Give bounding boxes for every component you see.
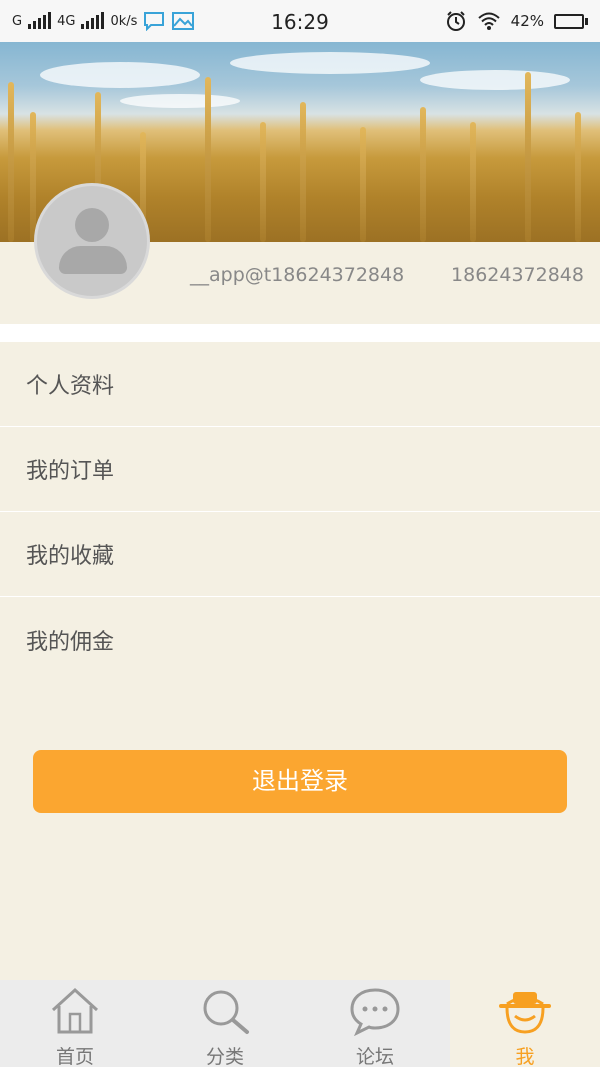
username: __app@t18624372848: [190, 264, 405, 286]
bottom-tab-bar: 首页 分类 论坛 我: [0, 980, 600, 1067]
status-right: 42%: [445, 0, 588, 42]
profile-menu: 个人资料 我的订单 我的收藏 我的佣金: [0, 342, 600, 682]
home-icon: [51, 987, 99, 1034]
menu-item-my-favorites[interactable]: 我的收藏: [0, 512, 600, 597]
tab-label: 首页: [55, 1046, 94, 1067]
avatar-body-icon: [59, 246, 127, 274]
phone-number: 18624372848: [451, 264, 584, 286]
search-icon: [203, 990, 249, 1034]
tab-forum[interactable]: 论坛: [300, 980, 450, 1067]
status-bar: G 4G 0k/s 16:29 42%: [0, 0, 600, 42]
section-divider: [0, 324, 600, 342]
menu-item-label: 我的订单: [26, 459, 115, 484]
alarm-icon: [446, 11, 465, 31]
tab-label: 论坛: [355, 1046, 394, 1067]
network-type-label: 4G: [57, 13, 76, 29]
menu-item-label: 我的收藏: [26, 544, 115, 569]
chat-icon: [350, 988, 400, 1036]
logout-button[interactable]: 退出登录: [33, 750, 567, 813]
tab-me[interactable]: 我: [450, 980, 600, 1067]
carrier-label: G: [12, 13, 23, 29]
network-speed: 0k/s: [110, 13, 138, 29]
image-notification-icon: [172, 12, 195, 30]
avatar[interactable]: [34, 183, 150, 299]
menu-item-label: 我的佣金: [26, 629, 115, 655]
tab-label: 我: [515, 1046, 535, 1067]
status-left: G 4G 0k/s: [12, 0, 195, 42]
tab-category[interactable]: 分类: [150, 980, 300, 1067]
wifi-icon: [477, 12, 500, 30]
farmer-hat-icon: [499, 992, 551, 1034]
battery-percent: 42%: [510, 12, 544, 30]
battery-icon: [554, 13, 588, 29]
signal-icon-2: [81, 12, 105, 29]
menu-item-my-orders[interactable]: 我的订单: [0, 427, 600, 512]
avatar-head-icon: [75, 208, 109, 242]
menu-item-my-commission[interactable]: 我的佣金: [0, 597, 600, 682]
message-notification-icon: [144, 12, 165, 31]
menu-item-label: 个人资料: [26, 374, 115, 399]
menu-item-personal-info[interactable]: 个人资料: [0, 342, 600, 427]
signal-icon: [28, 12, 52, 29]
tab-label: 分类: [205, 1046, 244, 1067]
tab-home[interactable]: 首页: [0, 980, 150, 1067]
